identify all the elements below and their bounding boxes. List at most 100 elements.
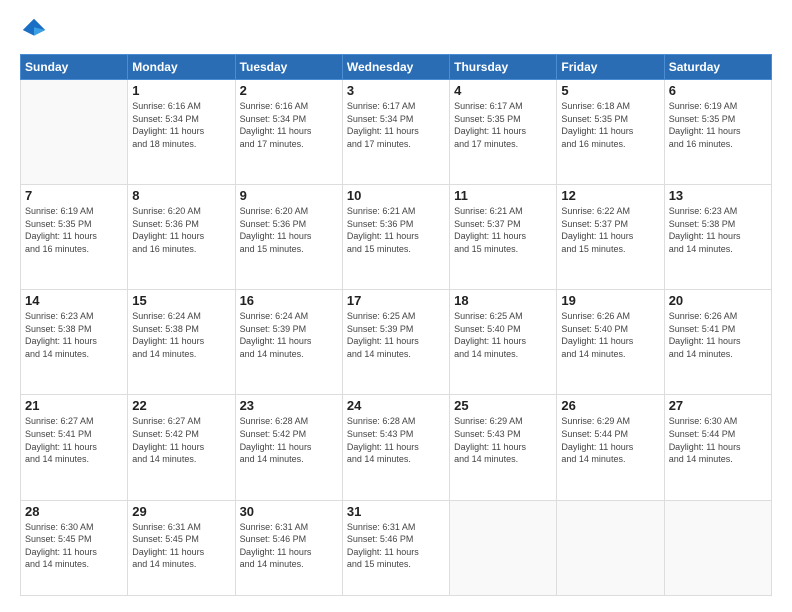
day-info: Sunrise: 6:26 AMSunset: 5:41 PMDaylight:…	[669, 310, 767, 360]
weekday-header-tuesday: Tuesday	[235, 55, 342, 80]
week-row-3: 14 Sunrise: 6:23 AMSunset: 5:38 PMDayligh…	[21, 290, 772, 395]
day-info: Sunrise: 6:19 AMSunset: 5:35 PMDaylight:…	[669, 100, 767, 150]
calendar-cell: 27 Sunrise: 6:30 AMSunset: 5:44 PMDayligh…	[664, 395, 771, 500]
day-info: Sunrise: 6:17 AMSunset: 5:35 PMDaylight:…	[454, 100, 552, 150]
calendar-cell	[450, 500, 557, 595]
day-number: 20	[669, 293, 767, 308]
day-info: Sunrise: 6:27 AMSunset: 5:41 PMDaylight:…	[25, 415, 123, 465]
day-number: 11	[454, 188, 552, 203]
day-info: Sunrise: 6:23 AMSunset: 5:38 PMDaylight:…	[25, 310, 123, 360]
day-info: Sunrise: 6:21 AMSunset: 5:37 PMDaylight:…	[454, 205, 552, 255]
calendar-cell: 12 Sunrise: 6:22 AMSunset: 5:37 PMDayligh…	[557, 185, 664, 290]
calendar-cell: 5 Sunrise: 6:18 AMSunset: 5:35 PMDaylight…	[557, 80, 664, 185]
calendar-cell: 24 Sunrise: 6:28 AMSunset: 5:43 PMDayligh…	[342, 395, 449, 500]
calendar-cell: 17 Sunrise: 6:25 AMSunset: 5:39 PMDayligh…	[342, 290, 449, 395]
weekday-header-thursday: Thursday	[450, 55, 557, 80]
calendar-cell: 30 Sunrise: 6:31 AMSunset: 5:46 PMDayligh…	[235, 500, 342, 595]
day-number: 31	[347, 504, 445, 519]
day-number: 7	[25, 188, 123, 203]
weekday-header-saturday: Saturday	[664, 55, 771, 80]
day-info: Sunrise: 6:25 AMSunset: 5:40 PMDaylight:…	[454, 310, 552, 360]
day-number: 2	[240, 83, 338, 98]
day-number: 22	[132, 398, 230, 413]
calendar-cell: 8 Sunrise: 6:20 AMSunset: 5:36 PMDaylight…	[128, 185, 235, 290]
calendar-cell: 25 Sunrise: 6:29 AMSunset: 5:43 PMDayligh…	[450, 395, 557, 500]
day-number: 18	[454, 293, 552, 308]
day-number: 16	[240, 293, 338, 308]
page: SundayMondayTuesdayWednesdayThursdayFrid…	[0, 0, 792, 612]
calendar-cell: 23 Sunrise: 6:28 AMSunset: 5:42 PMDayligh…	[235, 395, 342, 500]
calendar-cell: 1Sunrise: 6:16 AMSunset: 5:34 PMDaylight…	[128, 80, 235, 185]
day-number: 25	[454, 398, 552, 413]
day-info: Sunrise: 6:29 AMSunset: 5:44 PMDaylight:…	[561, 415, 659, 465]
day-info: Sunrise: 6:27 AMSunset: 5:42 PMDaylight:…	[132, 415, 230, 465]
day-number: 4	[454, 83, 552, 98]
calendar-cell: 26Sunrise: 6:29 AMSunset: 5:44 PMDayligh…	[557, 395, 664, 500]
day-info: Sunrise: 6:30 AMSunset: 5:45 PMDaylight:…	[25, 521, 123, 571]
day-number: 30	[240, 504, 338, 519]
day-number: 21	[25, 398, 123, 413]
day-info: Sunrise: 6:20 AMSunset: 5:36 PMDaylight:…	[132, 205, 230, 255]
calendar-cell: 3Sunrise: 6:17 AMSunset: 5:34 PMDaylight…	[342, 80, 449, 185]
day-info: Sunrise: 6:28 AMSunset: 5:43 PMDaylight:…	[347, 415, 445, 465]
calendar-cell: 6 Sunrise: 6:19 AMSunset: 5:35 PMDaylight…	[664, 80, 771, 185]
calendar-cell: 4 Sunrise: 6:17 AMSunset: 5:35 PMDaylight…	[450, 80, 557, 185]
day-info: Sunrise: 6:18 AMSunset: 5:35 PMDaylight:…	[561, 100, 659, 150]
calendar-cell: 20 Sunrise: 6:26 AMSunset: 5:41 PMDayligh…	[664, 290, 771, 395]
day-info: Sunrise: 6:19 AMSunset: 5:35 PMDaylight:…	[25, 205, 123, 255]
day-number: 17	[347, 293, 445, 308]
day-number: 8	[132, 188, 230, 203]
calendar-cell: 9 Sunrise: 6:20 AMSunset: 5:36 PMDaylight…	[235, 185, 342, 290]
day-number: 27	[669, 398, 767, 413]
calendar-cell: 15Sunrise: 6:24 AMSunset: 5:38 PMDayligh…	[128, 290, 235, 395]
day-info: Sunrise: 6:25 AMSunset: 5:39 PMDaylight:…	[347, 310, 445, 360]
day-info: Sunrise: 6:31 AMSunset: 5:45 PMDaylight:…	[132, 521, 230, 571]
calendar-cell: 19Sunrise: 6:26 AMSunset: 5:40 PMDayligh…	[557, 290, 664, 395]
day-number: 13	[669, 188, 767, 203]
day-number: 29	[132, 504, 230, 519]
header	[20, 16, 772, 44]
day-info: Sunrise: 6:31 AMSunset: 5:46 PMDaylight:…	[347, 521, 445, 571]
day-number: 12	[561, 188, 659, 203]
day-info: Sunrise: 6:23 AMSunset: 5:38 PMDaylight:…	[669, 205, 767, 255]
day-number: 6	[669, 83, 767, 98]
calendar-cell: 13 Sunrise: 6:23 AMSunset: 5:38 PMDayligh…	[664, 185, 771, 290]
week-row-2: 7 Sunrise: 6:19 AMSunset: 5:35 PMDaylight…	[21, 185, 772, 290]
calendar-cell: 7 Sunrise: 6:19 AMSunset: 5:35 PMDaylight…	[21, 185, 128, 290]
day-info: Sunrise: 6:20 AMSunset: 5:36 PMDaylight:…	[240, 205, 338, 255]
day-number: 15	[132, 293, 230, 308]
calendar-cell: 2 Sunrise: 6:16 AMSunset: 5:34 PMDaylight…	[235, 80, 342, 185]
day-info: Sunrise: 6:24 AMSunset: 5:39 PMDaylight:…	[240, 310, 338, 360]
day-number: 5	[561, 83, 659, 98]
calendar-cell: 10Sunrise: 6:21 AMSunset: 5:36 PMDayligh…	[342, 185, 449, 290]
logo	[20, 16, 52, 44]
day-info: Sunrise: 6:22 AMSunset: 5:37 PMDaylight:…	[561, 205, 659, 255]
day-number: 10	[347, 188, 445, 203]
day-info: Sunrise: 6:30 AMSunset: 5:44 PMDaylight:…	[669, 415, 767, 465]
day-number: 9	[240, 188, 338, 203]
day-number: 24	[347, 398, 445, 413]
day-info: Sunrise: 6:31 AMSunset: 5:46 PMDaylight:…	[240, 521, 338, 571]
day-info: Sunrise: 6:17 AMSunset: 5:34 PMDaylight:…	[347, 100, 445, 150]
calendar-cell: 28 Sunrise: 6:30 AMSunset: 5:45 PMDayligh…	[21, 500, 128, 595]
day-info: Sunrise: 6:28 AMSunset: 5:42 PMDaylight:…	[240, 415, 338, 465]
calendar-cell: 11 Sunrise: 6:21 AMSunset: 5:37 PMDayligh…	[450, 185, 557, 290]
weekday-header-friday: Friday	[557, 55, 664, 80]
week-row-1: 1Sunrise: 6:16 AMSunset: 5:34 PMDaylight…	[21, 80, 772, 185]
week-row-4: 21 Sunrise: 6:27 AMSunset: 5:41 PMDayligh…	[21, 395, 772, 500]
calendar-cell	[557, 500, 664, 595]
weekday-header-sunday: Sunday	[21, 55, 128, 80]
day-number: 14	[25, 293, 123, 308]
weekday-header-row: SundayMondayTuesdayWednesdayThursdayFrid…	[21, 55, 772, 80]
weekday-header-monday: Monday	[128, 55, 235, 80]
calendar-table: SundayMondayTuesdayWednesdayThursdayFrid…	[20, 54, 772, 596]
day-number: 28	[25, 504, 123, 519]
day-number: 23	[240, 398, 338, 413]
weekday-header-wednesday: Wednesday	[342, 55, 449, 80]
day-number: 19	[561, 293, 659, 308]
day-info: Sunrise: 6:16 AMSunset: 5:34 PMDaylight:…	[240, 100, 338, 150]
day-info: Sunrise: 6:29 AMSunset: 5:43 PMDaylight:…	[454, 415, 552, 465]
week-row-5: 28 Sunrise: 6:30 AMSunset: 5:45 PMDayligh…	[21, 500, 772, 595]
calendar-cell: 18 Sunrise: 6:25 AMSunset: 5:40 PMDayligh…	[450, 290, 557, 395]
calendar-cell: 14 Sunrise: 6:23 AMSunset: 5:38 PMDayligh…	[21, 290, 128, 395]
